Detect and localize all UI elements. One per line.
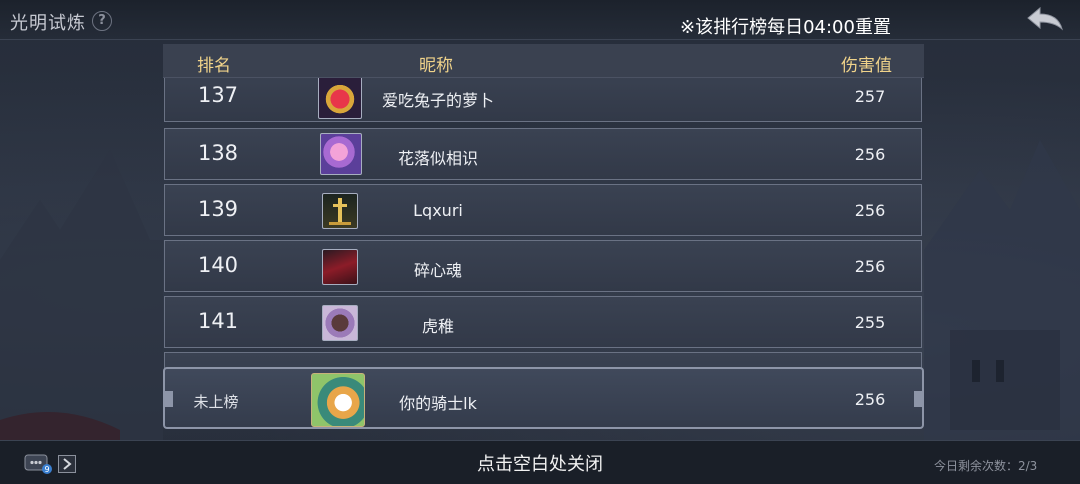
table-row[interactable]: 139 Lqxuri 256 <box>164 184 922 236</box>
remaining-attempts: 今日剩余次数：2/3 <box>934 459 1038 473</box>
player-nickname: Lqxuri <box>413 201 463 220</box>
rank-number: 139 <box>197 197 239 221</box>
page-title: 光明试炼 <box>10 13 86 34</box>
leaderboard-list[interactable]: 137 爱吃兔子的萝卜 257 138 花落似相识 256 139 Lqxuri… <box>163 78 924 408</box>
damage-value: 255 <box>854 313 886 332</box>
back-arrow-icon <box>1027 6 1063 31</box>
player-nickname: 虎稚 <box>421 317 454 336</box>
table-row[interactable]: 141 虎稚 255 <box>164 296 922 348</box>
damage-value: 256 <box>854 257 886 276</box>
rank-number: 141 <box>197 309 239 333</box>
help-icon[interactable]: ? <box>92 11 112 31</box>
row-cap-right <box>914 391 924 407</box>
damage-value: 256 <box>854 145 886 164</box>
table-row[interactable]: 140 碎心魂 256 <box>164 240 922 292</box>
damage-value: 257 <box>854 87 886 106</box>
rank-number: 140 <box>197 253 239 277</box>
player-nickname: 碎心魂 <box>413 261 462 280</box>
top-bar: 光明试炼 ? ※该排行榜每日04:00重置 <box>0 0 1080 40</box>
damage-value: 256 <box>854 201 886 220</box>
nickname-column-header: 昵称 <box>419 56 453 76</box>
reset-note: ※该排行榜每日04:00重置 <box>680 17 891 38</box>
table-row[interactable]: 138 花落似相识 256 <box>164 128 922 180</box>
bottom-bar[interactable]: 9 点击空白处关闭 今日剩余次数：2/3 <box>0 440 1080 484</box>
rank-column-header: 排名 <box>197 56 231 76</box>
rank-number: 138 <box>197 141 239 165</box>
my-ranking-row[interactable]: 未上榜 你的骑士lk 256 <box>163 367 924 429</box>
damage-column-header: 伤害值 <box>841 56 892 76</box>
player-nickname: 花落似相识 <box>397 149 478 168</box>
my-rank: 未上榜 <box>193 393 239 411</box>
my-damage-value: 256 <box>854 390 886 409</box>
my-nickname: 你的骑士lk <box>399 394 477 413</box>
table-row[interactable]: 137 爱吃兔子的萝卜 257 <box>164 78 922 122</box>
row-cap-left <box>163 391 173 407</box>
back-button[interactable] <box>1024 5 1068 35</box>
leaderboard-header: 排名 昵称 伤害值 <box>163 44 924 78</box>
player-nickname: 爱吃兔子的萝卜 <box>381 91 494 110</box>
close-hint[interactable]: 点击空白处关闭 <box>0 450 1080 476</box>
rank-number: 137 <box>197 83 239 107</box>
